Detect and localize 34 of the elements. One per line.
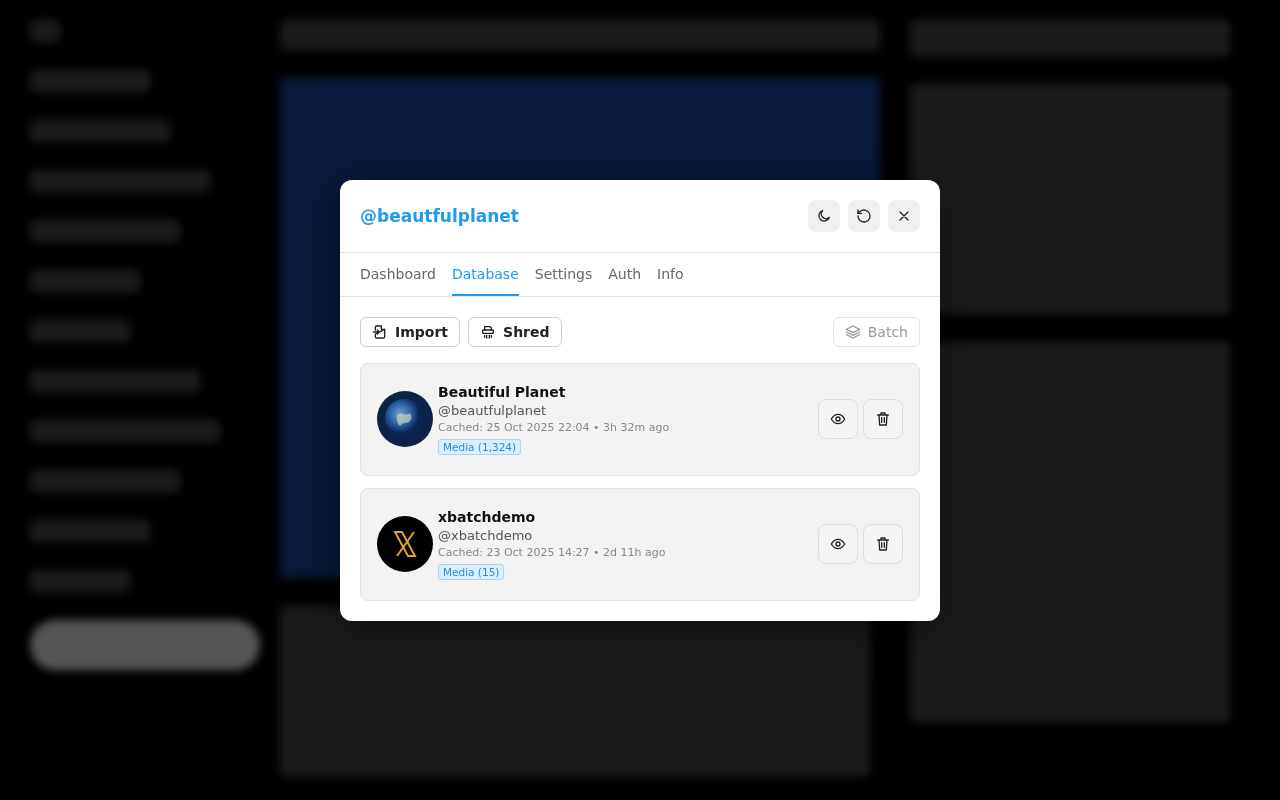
account-name: xbatchdemo	[438, 508, 536, 525]
dialog-title: @beautfulplanet	[360, 205, 519, 226]
view-button[interactable]	[818, 524, 858, 564]
earth-avatar	[377, 391, 433, 447]
account-handle: @beautfulplanet	[438, 402, 547, 418]
tab[interactable]: Info	[657, 252, 684, 296]
shred-button[interactable]: Shred	[468, 316, 562, 347]
account-handle: @xbatchdemo	[438, 527, 533, 543]
media-badge: Media (15)	[438, 563, 505, 580]
close-button[interactable]	[888, 199, 920, 232]
media-badge: Media (1,324)	[438, 438, 522, 455]
eye-icon	[830, 536, 846, 552]
theme-toggle-button[interactable]	[808, 199, 840, 232]
cache-time: Cached: 23 Oct 2025 14:27 • 2d 11h ago	[438, 545, 666, 559]
x-logo-avatar	[377, 516, 433, 572]
layers-icon	[844, 323, 861, 340]
refresh-icon	[856, 207, 872, 224]
trash-icon	[875, 536, 891, 552]
tab[interactable]: Auth	[608, 252, 641, 296]
eye-icon	[830, 411, 846, 427]
file-import-icon	[372, 323, 388, 340]
trash-icon	[875, 411, 891, 427]
refresh-button[interactable]	[848, 199, 880, 232]
import-button[interactable]: Import	[360, 316, 461, 347]
account-name: Beautiful Planet	[438, 383, 566, 400]
delete-button[interactable]	[863, 399, 903, 439]
view-button[interactable]	[818, 399, 858, 439]
tab[interactable]: Database	[451, 252, 519, 296]
shredder-icon	[480, 323, 497, 340]
cache-time: Cached: 25 Oct 2025 22:04 • 3h 32m ago	[438, 420, 670, 434]
tab[interactable]: Settings	[534, 252, 593, 296]
tab[interactable]: Dashboard	[360, 252, 436, 296]
delete-button[interactable]	[863, 524, 903, 564]
moon-icon	[816, 207, 832, 224]
